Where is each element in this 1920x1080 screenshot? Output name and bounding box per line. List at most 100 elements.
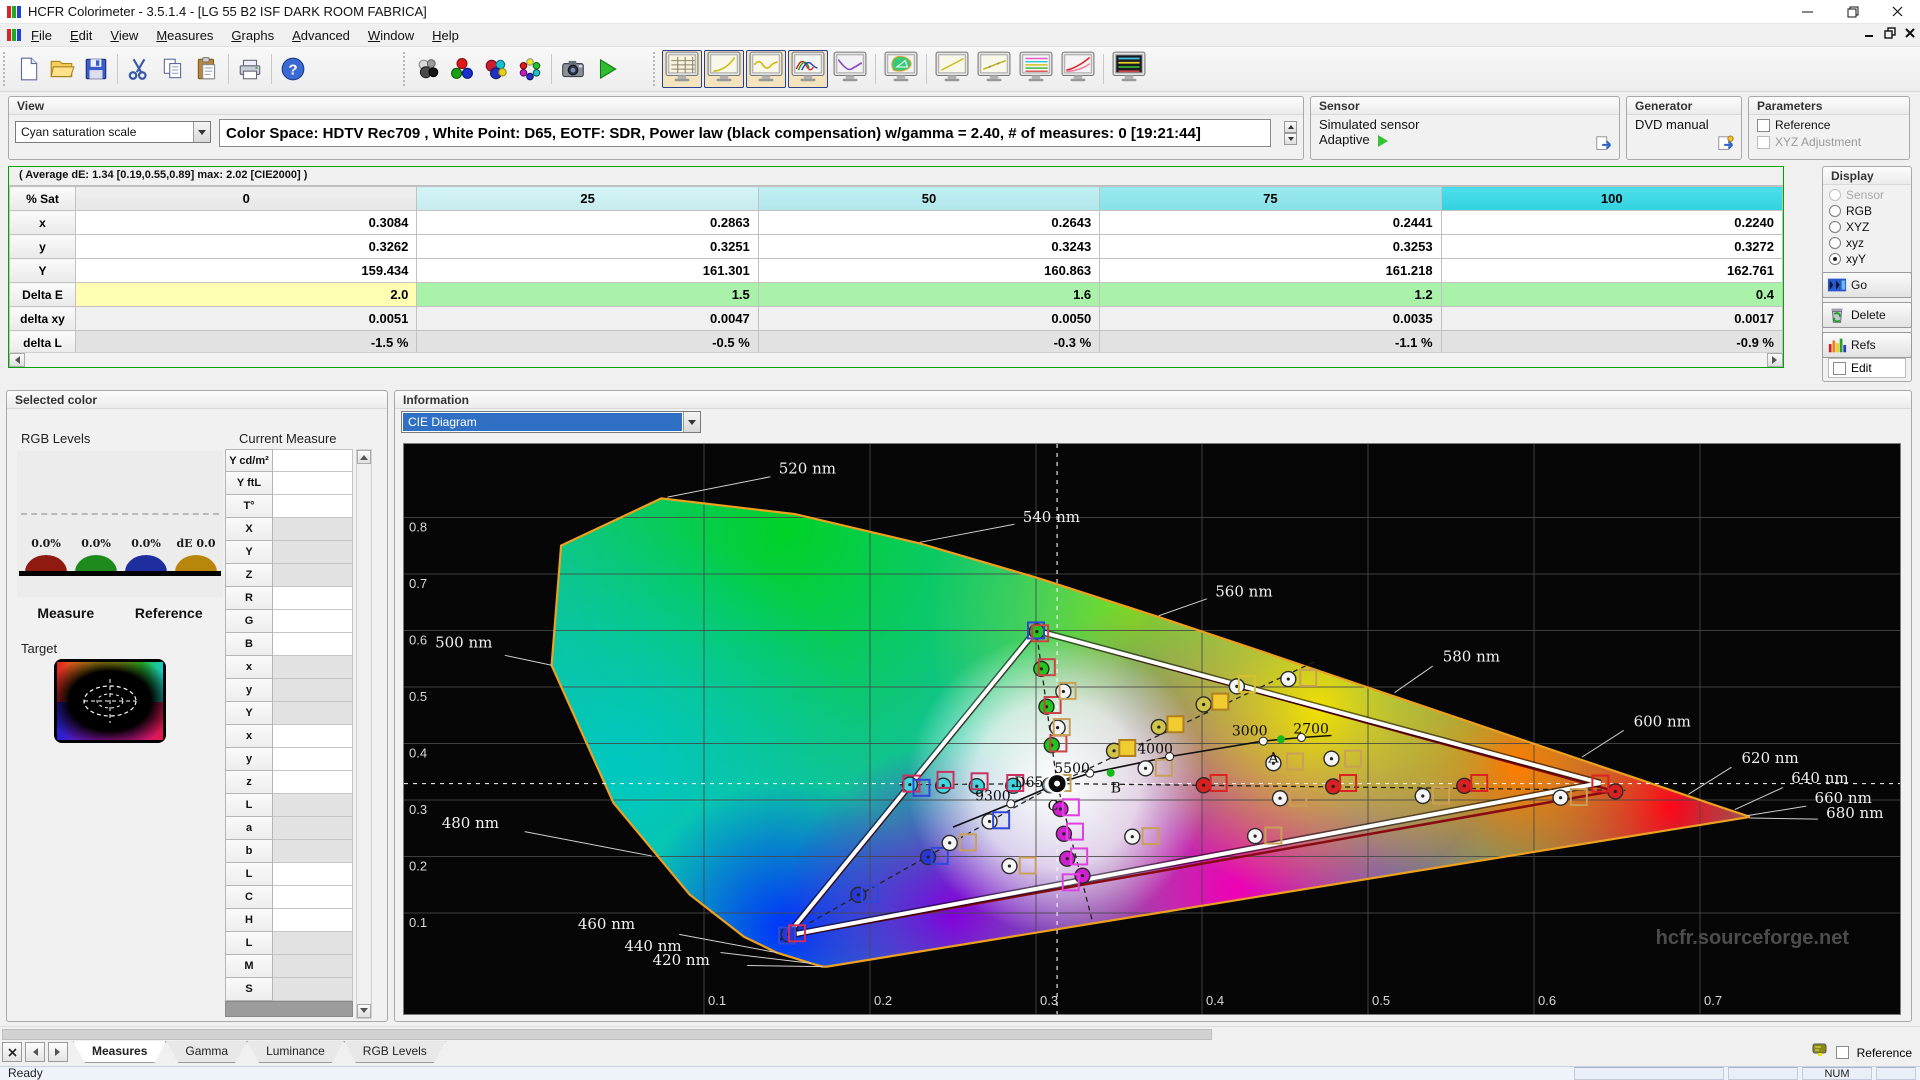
info-spinner[interactable] — [1284, 121, 1297, 145]
run-measure-button[interactable] — [590, 51, 624, 87]
measures-table-hscrollbar[interactable] — [9, 352, 1783, 367]
measure-row-value[interactable] — [273, 978, 353, 1001]
measure-row-value[interactable] — [273, 748, 353, 771]
refs-button[interactable]: Refs — [1822, 332, 1912, 358]
spinner-up-icon[interactable] — [1284, 121, 1297, 133]
measure-row-value[interactable] — [273, 932, 353, 955]
measure-row-value[interactable] — [273, 679, 353, 702]
column-header-25[interactable]: 25 — [416, 186, 759, 211]
measure-row-value[interactable] — [273, 633, 353, 656]
measure-row-value[interactable] — [273, 564, 353, 587]
table-cell[interactable]: -1.1 % — [1099, 330, 1442, 355]
measure-row-value[interactable] — [273, 656, 353, 679]
tab-rgb-levels[interactable]: RGB Levels — [344, 1041, 446, 1063]
measures-table[interactable]: % Sat 0 25 50 75 100 x 0.3084 0.2863 0.2643 0.2441… — [9, 186, 1784, 355]
menu-measures[interactable]: Measures — [147, 25, 222, 46]
table-cell[interactable]: 0.0047 — [416, 306, 759, 331]
mdi-child-icon[interactable] — [6, 27, 22, 43]
reference-view-checkbox[interactable] — [1835, 1046, 1849, 1059]
table-cell[interactable]: -0.5 % — [416, 330, 759, 355]
table-cell[interactable]: 0.3272 — [1440, 234, 1784, 259]
close-view-button[interactable] — [2, 1042, 22, 1062]
chart-luminance-button[interactable] — [830, 50, 870, 88]
measure-row-value[interactable] — [273, 771, 353, 794]
delete-button[interactable]: Delete — [1822, 302, 1912, 328]
chart-table-button[interactable] — [662, 50, 702, 88]
table-cell[interactable]: 0.0050 — [757, 306, 1101, 331]
table-cell[interactable]: 0.3251 — [416, 234, 759, 259]
table-cell[interactable]: 160.863 — [757, 258, 1101, 283]
scrollbar-thumb[interactable] — [2, 1029, 1212, 1040]
measure-row-value[interactable] — [273, 472, 353, 495]
checkbox-icon[interactable] — [1757, 118, 1770, 132]
table-cell[interactable]: 161.301 — [416, 258, 759, 283]
scroll-down-icon[interactable] — [357, 1004, 371, 1018]
column-header-100[interactable]: 100 — [1440, 186, 1784, 211]
measure-row-value[interactable] — [273, 449, 353, 472]
measure-row-value[interactable] — [273, 725, 353, 748]
table-cell[interactable]: 0.4 — [1440, 282, 1784, 307]
measure-row-value[interactable] — [273, 518, 353, 541]
table-cell[interactable]: 1.5 — [416, 282, 759, 307]
scroll-left-icon[interactable] — [9, 353, 25, 367]
paste-button[interactable] — [190, 51, 224, 87]
table-cell[interactable]: 0.3243 — [757, 234, 1101, 259]
tab-gamma[interactable]: Gamma — [166, 1041, 247, 1063]
measure-row-value[interactable] — [273, 794, 353, 817]
grayscale-measure-button[interactable] — [411, 51, 445, 87]
column-header-75[interactable]: 75 — [1099, 186, 1442, 211]
spinner-down-icon[interactable] — [1284, 133, 1297, 145]
table-cell[interactable]: 0.3084 — [74, 210, 418, 235]
chevron-down-icon[interactable] — [193, 122, 210, 142]
measure-row-value[interactable] — [273, 495, 353, 518]
minimize-button[interactable] — [1785, 0, 1830, 23]
prev-tab-button[interactable] — [25, 1042, 45, 1062]
cie-diagram[interactable]: 0.1 0.2 0.3 0.4 0.5 0.6 0.7 0.1 0.2 0.3 0.4 0.5 0.6 0… — [403, 443, 1901, 1015]
chart-measuresgrid-button[interactable] — [1109, 50, 1149, 88]
table-cell[interactable]: 0.0017 — [1440, 306, 1784, 331]
information-view-dropdown[interactable]: CIE Diagram — [401, 411, 701, 433]
measure-row-value[interactable] — [273, 863, 353, 886]
measure-row-value[interactable] — [273, 702, 353, 725]
radio-xyz[interactable]: xyz — [1823, 235, 1911, 251]
mdi-restore-button[interactable] — [1884, 26, 1896, 44]
menu-edit[interactable]: Edit — [61, 25, 101, 46]
measure-row-value[interactable] — [273, 886, 353, 909]
measure-row-value[interactable] — [273, 955, 353, 978]
chart-cie-button[interactable] — [881, 50, 921, 88]
table-cell[interactable]: -0.9 % — [1440, 330, 1784, 355]
table-cell[interactable]: 0.3262 — [74, 234, 418, 259]
table-cell[interactable]: 0.3253 — [1099, 234, 1442, 259]
chart-gamma2-button[interactable] — [932, 50, 972, 88]
chart-nearblack-button[interactable] — [746, 50, 786, 88]
mdi-close-button[interactable] — [1904, 26, 1916, 44]
measure-row-value[interactable] — [273, 817, 353, 840]
menu-file[interactable]: File — [22, 25, 61, 46]
table-cell[interactable]: 2.0 — [74, 282, 418, 307]
radio-RGB[interactable]: RGB — [1823, 203, 1911, 219]
table-cell[interactable]: 0.2643 — [757, 210, 1101, 235]
measure-row-value[interactable] — [273, 840, 353, 863]
scroll-up-icon[interactable] — [357, 450, 371, 464]
measure-row-value[interactable] — [273, 541, 353, 564]
measure-row-value[interactable] — [273, 610, 353, 633]
table-cell[interactable]: 162.761 — [1440, 258, 1784, 283]
open-button[interactable] — [45, 51, 79, 87]
measure-row-value[interactable] — [273, 587, 353, 610]
sensor-export-icon[interactable] — [1595, 135, 1613, 151]
table-cell[interactable]: -1.5 % — [74, 330, 418, 355]
table-cell[interactable]: 159.434 — [74, 258, 418, 283]
generator-config-icon[interactable] — [1717, 135, 1735, 151]
table-cell[interactable]: 0.2240 — [1440, 210, 1784, 235]
camera-button[interactable] — [556, 51, 590, 87]
measure-row-value[interactable] — [273, 909, 353, 932]
table-cell[interactable]: 1.2 — [1099, 282, 1442, 307]
table-cell[interactable]: 0.0035 — [1099, 306, 1442, 331]
primaries-measure-button[interactable] — [445, 51, 479, 87]
help-button[interactable]: ? — [276, 51, 310, 87]
chart-satluma-button[interactable] — [1058, 50, 1098, 88]
chevron-down-icon[interactable] — [683, 412, 700, 432]
next-tab-button[interactable] — [48, 1042, 68, 1062]
reference-checkbox[interactable]: Reference — [1749, 115, 1909, 132]
restore-button[interactable] — [1830, 0, 1875, 23]
